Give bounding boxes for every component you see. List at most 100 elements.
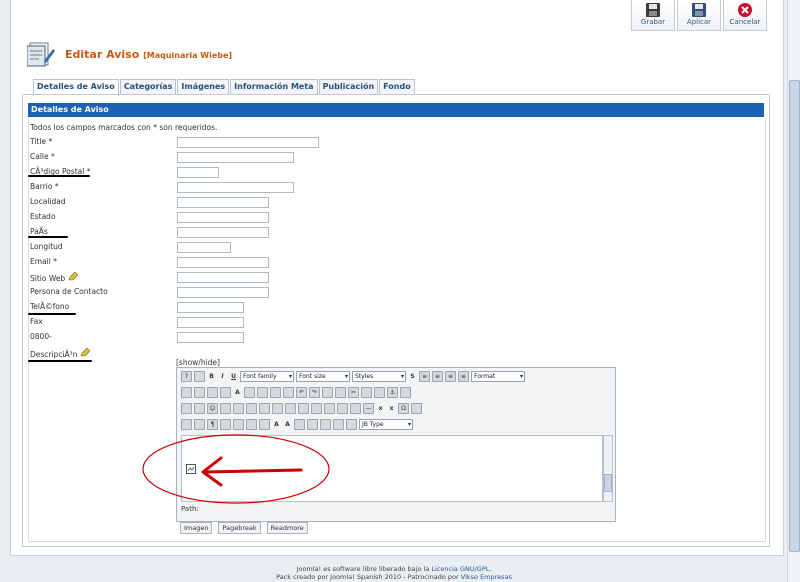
visualchars-icon[interactable]: ¶ [207,419,218,430]
emoticon-icon[interactable]: ☺ [207,403,218,414]
paste-button-icon[interactable] [374,387,385,398]
styleprops-icon[interactable] [181,419,192,430]
italic-icon[interactable]: I [218,372,227,381]
nonbreaking-icon[interactable] [194,419,205,430]
template-icon[interactable] [294,419,305,430]
layer-backward-icon[interactable] [337,403,348,414]
table-merge-icon[interactable] [298,403,309,414]
text-color-icon[interactable]: A [233,388,242,397]
bold-icon[interactable]: B [207,372,216,381]
font-size-down-icon[interactable]: A [272,420,281,429]
fullscreen-icon[interactable] [307,419,318,430]
editor-scrollbar[interactable] [603,435,613,502]
direction-rtl-icon[interactable] [194,403,205,414]
del-icon[interactable] [246,419,257,430]
persona-contacto-input[interactable] [177,287,269,298]
redo-icon[interactable]: ↷ [309,387,320,398]
layer-forward-icon[interactable] [324,403,335,414]
help-icon[interactable]: ? [181,371,192,382]
undo-icon[interactable]: ↶ [296,387,307,398]
layer-icon[interactable] [311,403,322,414]
tab-publicacion[interactable]: Publicación [318,79,379,94]
localidad-input[interactable] [177,197,269,208]
align-left-icon[interactable]: ≡ [419,371,430,382]
outdent-icon[interactable] [270,387,281,398]
remove-format-icon[interactable] [411,403,422,414]
strikethrough-icon[interactable]: S [408,372,417,381]
tab-categorias[interactable]: Categorías [119,79,177,94]
page-scroll-thumb[interactable] [789,80,800,552]
cancel-button[interactable]: Cancelar [723,0,767,31]
indent-icon[interactable] [283,387,294,398]
direction-ltr-icon[interactable] [181,403,192,414]
anchor-icon[interactable]: ⚓ [387,387,398,398]
special-chars-icon[interactable]: Ω [398,403,409,414]
underline-icon[interactable]: U [229,372,238,381]
pagebreak-button[interactable]: Pagebreak [218,522,261,534]
pais-input[interactable] [177,227,269,238]
superscript-icon[interactable]: x [387,404,396,413]
media-icon[interactable] [220,403,231,414]
search-replace-icon[interactable] [233,403,244,414]
abbr-icon[interactable] [220,419,231,430]
barrio-input[interactable] [177,182,294,193]
cut-icon[interactable]: ✂ [348,387,359,398]
horizontal-rule-icon[interactable]: — [363,403,374,414]
paste-word-icon[interactable] [207,387,218,398]
font-size-select[interactable]: Font size [296,371,350,382]
longitud-input[interactable] [177,242,231,253]
align-right-icon[interactable]: ≡ [445,371,456,382]
numbered-list-icon[interactable] [335,387,346,398]
styles-select[interactable]: Styles [352,371,406,382]
codigo-postal-input[interactable] [177,167,219,178]
sitio-web-input[interactable] [177,272,269,283]
subscript-icon[interactable]: x [376,404,385,413]
telefono-input[interactable] [177,302,244,313]
table-col-icon[interactable] [285,403,296,414]
bullet-list-icon[interactable] [322,387,333,398]
align-center-icon[interactable]: ≡ [432,371,443,382]
save-button[interactable]: Grabar [631,0,675,31]
copy-icon[interactable] [361,387,372,398]
tab-fondo[interactable]: Fondo [379,79,415,94]
paste-text-icon[interactable] [194,387,205,398]
estado-input[interactable] [177,212,269,223]
preview-icon[interactable] [346,419,357,430]
align-justify-icon[interactable]: ≡ [458,371,469,382]
new-document-icon[interactable] [194,371,205,382]
spellchecker-icon[interactable] [320,419,331,430]
image-button[interactable]: Imagen [180,522,213,534]
highlight-color-icon[interactable] [244,387,255,398]
calle-input[interactable] [177,152,294,163]
font-family-select[interactable]: Font family [240,371,294,382]
acronym-icon[interactable] [233,419,244,430]
ins-icon[interactable] [259,419,270,430]
apply-button[interactable]: Aplicar [677,0,721,31]
show-hide-toggle[interactable]: [show/hide] [176,358,220,367]
0800-input[interactable] [177,332,244,343]
edit-icon[interactable] [246,403,257,414]
title-input[interactable] [177,137,319,148]
footer-license-link[interactable]: Licencia GNU/GPL. [431,565,491,573]
tab-informacion-meta[interactable]: Información Meta [230,79,318,94]
email-input[interactable] [177,257,269,268]
fax-input[interactable] [177,317,244,328]
cleanup-icon[interactable] [400,387,411,398]
charmap-icon[interactable] [257,387,268,398]
html-source-icon[interactable] [333,419,344,430]
jb-type-select[interactable]: JB Type [359,419,413,430]
tab-imagenes[interactable]: Imágenes [177,79,230,94]
footer-sponsor-link[interactable]: Vikso Empresas [461,573,512,581]
readmore-button[interactable]: Readmore [266,522,308,534]
table-row-icon[interactable] [272,403,283,414]
table-icon[interactable] [259,403,270,414]
tooltip-pencil-icon[interactable] [68,272,78,281]
spellcheck-icon[interactable] [220,387,231,398]
insert-table-icon[interactable] [350,403,361,414]
tooltip-pencil-icon[interactable] [80,348,90,357]
font-size-up-icon[interactable]: A [283,420,292,429]
editor-scroll-thumb[interactable] [604,474,612,492]
format-select[interactable]: Format [471,371,525,382]
paste-icon[interactable] [181,387,192,398]
page-scrollbar[interactable] [787,0,800,582]
